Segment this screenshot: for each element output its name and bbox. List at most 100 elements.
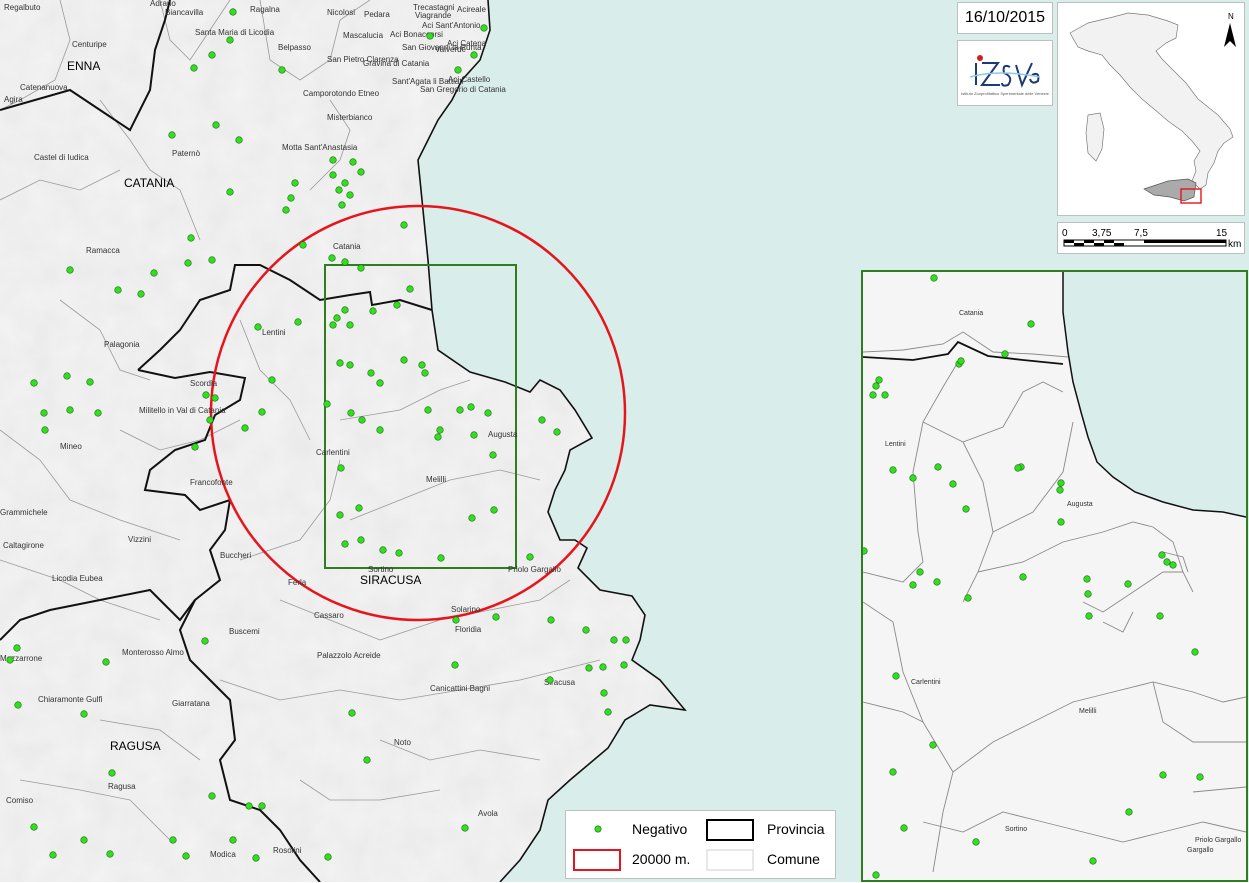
sample-point-negative[interactable] xyxy=(323,400,331,408)
sample-point-negative[interactable] xyxy=(418,361,426,369)
sample-point-negative[interactable] xyxy=(341,179,349,187)
sample-point-negative[interactable] xyxy=(933,578,941,586)
sample-point-negative[interactable] xyxy=(900,824,908,832)
sample-point-negative[interactable] xyxy=(406,285,414,293)
sample-point-negative[interactable] xyxy=(212,121,220,129)
sample-point-negative[interactable] xyxy=(63,372,71,380)
sample-point-negative[interactable] xyxy=(341,540,349,548)
sample-point-negative[interactable] xyxy=(599,663,607,671)
sample-point-negative[interactable] xyxy=(208,51,216,59)
sample-point-negative[interactable] xyxy=(346,191,354,199)
sample-point-negative[interactable] xyxy=(86,378,94,386)
sample-point-negative[interactable] xyxy=(357,536,365,544)
sample-point-negative[interactable] xyxy=(424,406,432,414)
sample-point-negative[interactable] xyxy=(437,554,445,562)
sample-point-negative[interactable] xyxy=(347,409,355,417)
sample-point-negative[interactable] xyxy=(252,854,260,862)
sample-point-negative[interactable] xyxy=(202,391,210,399)
sample-point-negative[interactable] xyxy=(268,376,276,384)
sample-point-negative[interactable] xyxy=(421,369,429,377)
sample-point-negative[interactable] xyxy=(426,32,434,40)
sample-point-negative[interactable] xyxy=(357,168,365,176)
sample-point-negative[interactable] xyxy=(1156,612,1164,620)
sample-point-negative[interactable] xyxy=(40,409,48,417)
sample-point-negative[interactable] xyxy=(328,254,336,262)
sample-point-negative[interactable] xyxy=(1057,479,1065,487)
sample-point-negative[interactable] xyxy=(229,8,237,16)
sample-point-negative[interactable] xyxy=(468,514,476,522)
sample-point-negative[interactable] xyxy=(291,179,299,187)
sample-point-negative[interactable] xyxy=(434,433,442,441)
sample-point-negative[interactable] xyxy=(526,553,534,561)
sample-point-negative[interactable] xyxy=(553,428,561,436)
sample-point-negative[interactable] xyxy=(258,802,266,810)
sample-point-negative[interactable] xyxy=(863,547,868,555)
sample-point-negative[interactable] xyxy=(206,416,214,424)
sample-point-negative[interactable] xyxy=(889,768,897,776)
sample-point-negative[interactable] xyxy=(1196,773,1204,781)
sample-point-negative[interactable] xyxy=(1169,561,1177,569)
sample-point-negative[interactable] xyxy=(379,546,387,554)
sample-point-negative[interactable] xyxy=(889,466,897,474)
sample-point-negative[interactable] xyxy=(333,314,341,322)
sample-point-negative[interactable] xyxy=(358,416,366,424)
sample-point-negative[interactable] xyxy=(49,851,57,859)
sample-point-negative[interactable] xyxy=(329,171,337,179)
sample-point-negative[interactable] xyxy=(400,221,408,229)
sample-point-negative[interactable] xyxy=(872,382,880,390)
sample-point-negative[interactable] xyxy=(208,792,216,800)
sample-point-negative[interactable] xyxy=(137,290,145,298)
sample-point-negative[interactable] xyxy=(538,416,546,424)
sample-point-negative[interactable] xyxy=(1084,590,1092,598)
zoom-inset-map[interactable]: Catania Lentini Augusta Carlentini Melil… xyxy=(861,270,1248,882)
sample-point-negative[interactable] xyxy=(1158,551,1166,559)
sample-point-negative[interactable] xyxy=(1159,771,1167,779)
sample-point-negative[interactable] xyxy=(329,156,337,164)
sample-point-negative[interactable] xyxy=(346,321,354,329)
sample-point-negative[interactable] xyxy=(451,661,459,669)
sample-point-negative[interactable] xyxy=(187,234,195,242)
sample-point-negative[interactable] xyxy=(299,241,307,249)
sample-point-negative[interactable] xyxy=(367,369,375,377)
sample-point-negative[interactable] xyxy=(169,836,177,844)
sample-point-negative[interactable] xyxy=(80,836,88,844)
sample-point-negative[interactable] xyxy=(13,644,21,652)
sample-point-negative[interactable] xyxy=(66,406,74,414)
sample-point-negative[interactable] xyxy=(294,318,302,326)
sample-point-negative[interactable] xyxy=(1124,580,1132,588)
sample-point-negative[interactable] xyxy=(182,852,190,860)
sample-point-negative[interactable] xyxy=(881,391,889,399)
sample-point-negative[interactable] xyxy=(14,701,22,709)
sample-point-negative[interactable] xyxy=(489,451,497,459)
sample-point-negative[interactable] xyxy=(341,258,349,266)
sample-point-negative[interactable] xyxy=(66,266,74,274)
sample-point-negative[interactable] xyxy=(957,357,965,365)
sample-point-negative[interactable] xyxy=(108,769,116,777)
sample-point-negative[interactable] xyxy=(962,505,970,513)
sample-point-negative[interactable] xyxy=(229,836,237,844)
sample-point-negative[interactable] xyxy=(547,616,555,624)
sample-point-negative[interactable] xyxy=(1001,350,1009,358)
sample-point-negative[interactable] xyxy=(892,672,900,680)
sample-point-negative[interactable] xyxy=(1089,857,1097,865)
sample-point-negative[interactable] xyxy=(211,394,219,402)
sample-point-negative[interactable] xyxy=(930,274,938,282)
sample-point-negative[interactable] xyxy=(6,656,14,664)
sample-point-negative[interactable] xyxy=(869,391,877,399)
sample-point-negative[interactable] xyxy=(1019,573,1027,581)
sample-point-negative[interactable] xyxy=(872,871,880,879)
sample-point-negative[interactable] xyxy=(254,323,262,331)
sample-point-negative[interactable] xyxy=(467,403,475,411)
sample-point-negative[interactable] xyxy=(376,379,384,387)
sample-point-negative[interactable] xyxy=(622,636,630,644)
sample-point-negative[interactable] xyxy=(336,359,344,367)
sample-point-negative[interactable] xyxy=(916,568,924,576)
sample-point-negative[interactable] xyxy=(400,356,408,364)
sample-point-negative[interactable] xyxy=(585,664,593,672)
sample-point-negative[interactable] xyxy=(582,626,590,634)
sample-point-negative[interactable] xyxy=(964,594,972,602)
sample-point-negative[interactable] xyxy=(1163,558,1171,566)
sample-point-negative[interactable] xyxy=(324,853,332,861)
sample-point-negative[interactable] xyxy=(909,581,917,589)
sample-point-negative[interactable] xyxy=(335,186,343,194)
